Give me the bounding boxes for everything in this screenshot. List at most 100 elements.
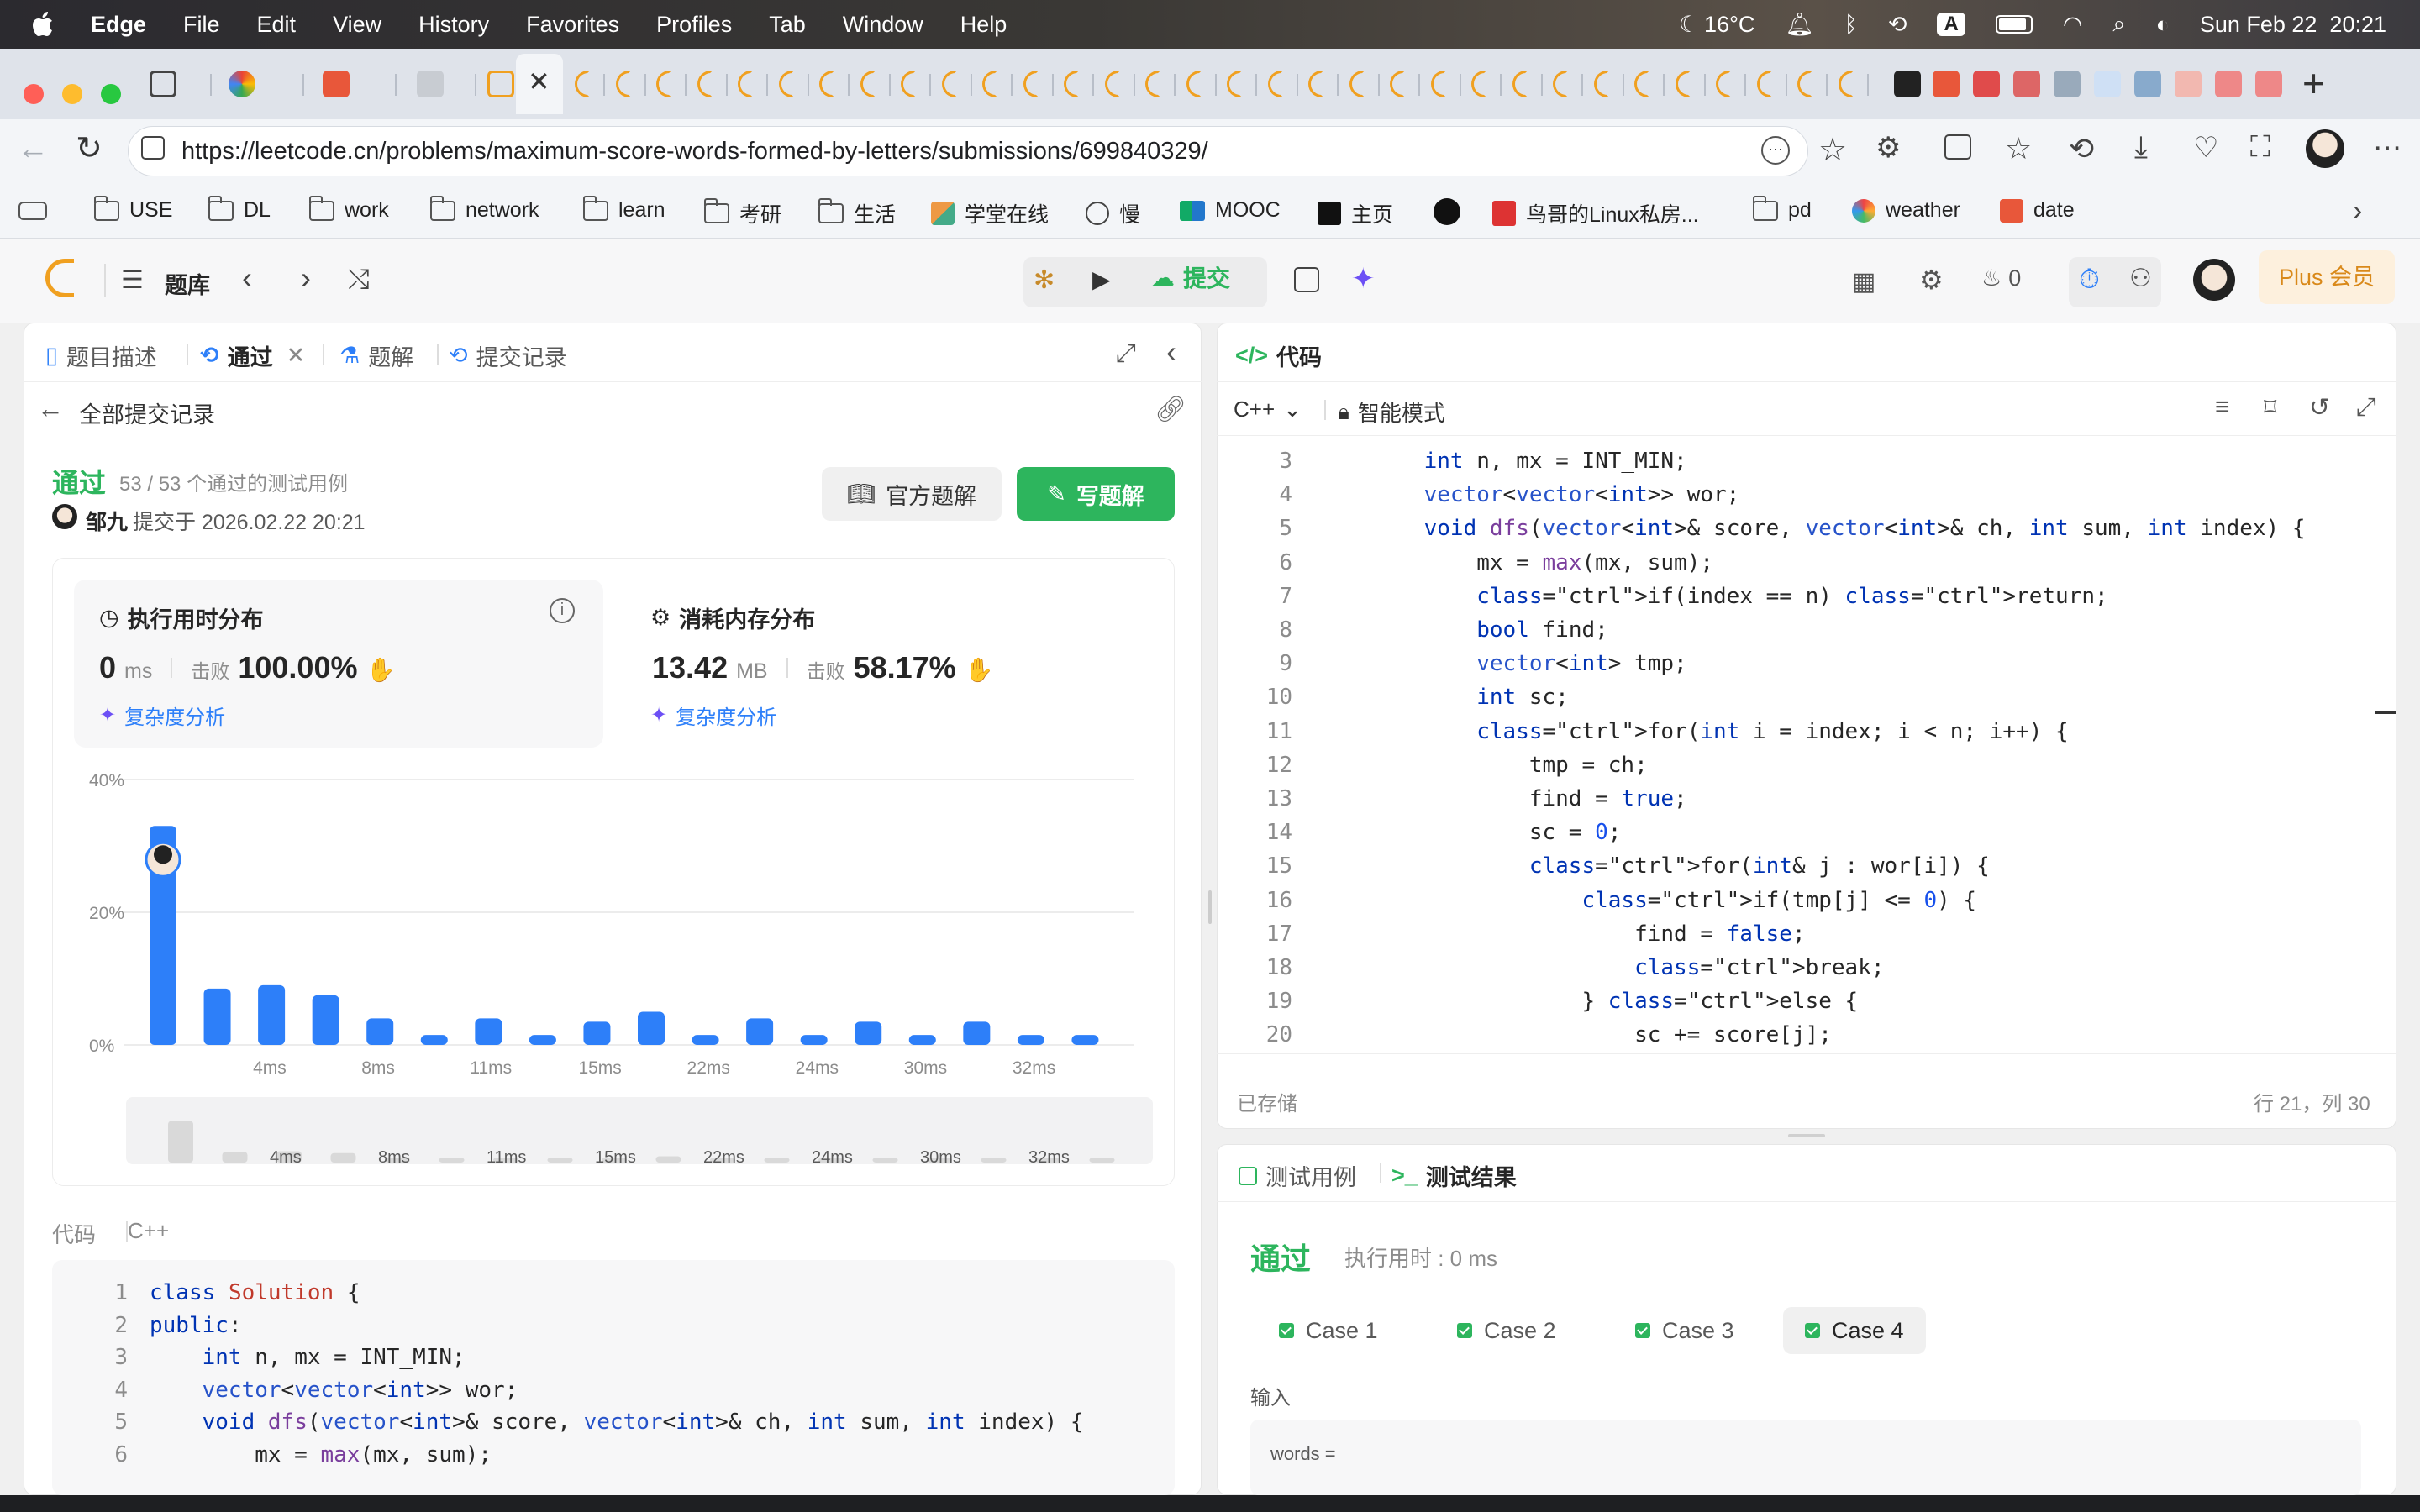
tab-solutions[interactable]: ⚗ 题解 [339, 339, 413, 372]
bookmark-network[interactable]: network [429, 195, 539, 223]
tab-favicon-leetcode[interactable] [1471, 71, 1486, 97]
bookmark-vbird-linux[interactable]: 鸟哥的Linux私房... [1492, 198, 1699, 228]
author-name[interactable]: 邹九 [86, 506, 128, 536]
tab-favicon-c[interactable] [1933, 71, 1960, 97]
editor-code-line[interactable]: class="ctrl">for(int i = index; i < n; i… [1371, 719, 2068, 744]
tab-actions-icon[interactable] [150, 71, 176, 97]
editor-code-line[interactable]: int n, mx = INT_MIN; [1371, 449, 1687, 474]
tab-favicon-google[interactable] [229, 71, 255, 97]
profile-avatar[interactable] [2306, 129, 2344, 168]
tab-favicon-leetcode[interactable] [575, 71, 590, 97]
bookmark-date[interactable]: date [2000, 198, 2075, 223]
editor-code-line[interactable]: tmp = ch; [1371, 753, 1648, 778]
all-submissions-link[interactable]: 全部提交记录 [79, 396, 215, 429]
tab-favicon-leetcode[interactable] [1390, 71, 1405, 97]
bookmark-work[interactable]: work [308, 195, 389, 223]
fullscreen-icon[interactable]: ⤢ [2356, 393, 2376, 422]
chart-bar[interactable] [638, 1011, 665, 1046]
tab-close-icon[interactable]: ✕ [528, 66, 550, 97]
editor-code-line[interactable]: class="ctrl">for(int& j : wor[i]) { [1371, 853, 1990, 879]
bookmark-kaoyan[interactable]: 考研 [703, 198, 781, 228]
performance-icon[interactable]: ♡ [2193, 131, 2218, 165]
input-method-badge[interactable]: A [1937, 13, 1965, 36]
editor-code-line[interactable]: bool find; [1371, 617, 1608, 643]
tab-favicon-page[interactable] [417, 71, 444, 97]
editor-code-line[interactable]: vector<int> tmp; [1371, 651, 1686, 676]
tab-favicon-calendar[interactable] [323, 71, 350, 97]
format-code-icon[interactable]: ≡ [2215, 393, 2230, 422]
settings-gear-icon[interactable]: ⚙ [1919, 264, 1944, 296]
apple-icon[interactable] [32, 12, 54, 37]
bookmark-dl[interactable]: DL [208, 195, 271, 223]
memory-title[interactable]: ⚙ 消耗内存分布 [650, 601, 815, 634]
notes-icon[interactable] [1294, 267, 1319, 292]
settings-more-icon[interactable]: ⋯ [2373, 131, 2402, 165]
bookmark-home[interactable]: 主页 [1318, 198, 1393, 228]
notification-bell-icon[interactable]: 🔔︎ [1785, 11, 1813, 38]
tab-favicon-leetcode[interactable] [1308, 71, 1323, 97]
copy-link-icon[interactable]: 🔗︎ [1155, 395, 1186, 424]
screenshot-icon[interactable]: ⛶ [2250, 131, 2270, 164]
code-editor[interactable]: 3 int n, mx = INT_MIN; 4 vector<vector<in… [1217, 437, 2376, 1053]
chart-bar[interactable] [583, 1021, 611, 1045]
url-text[interactable]: https://leetcode.cn/problems/maximum-sco… [182, 138, 1208, 165]
ai-sparkle-icon[interactable]: ✦ [1351, 262, 1376, 296]
maximize-panel-icon[interactable]: ⤢ [1116, 339, 1136, 368]
tab-favicon-leetcode[interactable] [738, 71, 753, 97]
tab-favicon-leetcode[interactable] [1634, 71, 1649, 97]
tab-favicon-leetcode[interactable] [1675, 71, 1691, 97]
editor-code-line[interactable]: } class="ctrl">else { [1371, 989, 1858, 1014]
memory-value-row[interactable]: 13.42 MB 击败 58.17% ✋ [652, 650, 994, 685]
back-arrow-icon[interactable]: ← [17, 131, 49, 167]
tab-favicon-leetcode[interactable] [1145, 71, 1160, 97]
prev-problem-chevron-icon[interactable]: ‹ [242, 260, 252, 296]
submitted-code-line[interactable]: int n, mx = INT_MIN; [150, 1345, 466, 1370]
next-problem-chevron-icon[interactable]: › [301, 260, 311, 296]
tab-favicon-leetcode[interactable] [615, 71, 631, 97]
tab-favicon-leetcode[interactable] [1593, 71, 1609, 97]
write-solution-button[interactable]: ✎ 写题解 [1017, 467, 1175, 521]
user-avatar[interactable] [2193, 259, 2235, 301]
wifi-icon[interactable]: ◠ [2063, 12, 2083, 38]
window-zoom-button[interactable] [101, 84, 121, 104]
collapse-panel-chevron-icon[interactable]: ‹ [1166, 334, 1176, 370]
window-minimize-button[interactable] [62, 84, 82, 104]
tab-favicon-pdf[interactable] [2255, 71, 2282, 97]
tab-favicon-page[interactable] [2134, 71, 2161, 97]
tab-favicon-pdf[interactable] [2215, 71, 2242, 97]
tab-favicon-leetcode[interactable] [1064, 71, 1079, 97]
tab-description[interactable]: ▯ 题目描述 [45, 339, 157, 372]
tab-favicon-leetcode[interactable] [1430, 71, 1446, 97]
extensions-icon[interactable]: ⚙ [1876, 131, 1901, 165]
menu-favorites[interactable]: Favorites [526, 12, 619, 38]
chart-bar[interactable] [420, 1035, 448, 1045]
tab-accepted[interactable]: ⟲ 通过 ✕ [200, 339, 305, 372]
bookmark-life[interactable]: 生活 [818, 198, 896, 228]
chart-bar[interactable] [475, 1018, 502, 1045]
tab-favicon-leetcode[interactable] [778, 71, 794, 97]
editor-code-line[interactable]: find = false; [1371, 921, 1806, 947]
tab-favicon-leetcode[interactable] [1756, 71, 1772, 97]
memory-complexity-analysis-link[interactable]: ✦ 复杂度分析 [650, 701, 776, 730]
split-screen-icon[interactable] [1944, 134, 1971, 160]
tab-favicon-leetcode[interactable] [941, 71, 957, 97]
control-center-icon[interactable]: ◐ [2156, 12, 2170, 38]
random-problem-shuffle-icon[interactable]: ⤭ [348, 264, 370, 296]
submitted-code-line[interactable]: class Solution { [150, 1280, 360, 1305]
tab-favicon-search[interactable] [2094, 71, 2121, 97]
chart-bar[interactable] [855, 1021, 882, 1045]
tab-favicon-leetcode[interactable] [1349, 71, 1365, 97]
tab-favicon-leetcode[interactable] [1512, 71, 1528, 97]
tab-favicon-leetcode[interactable] [1227, 71, 1242, 97]
chart-bar[interactable] [366, 1018, 394, 1045]
battery-icon[interactable] [1995, 15, 2033, 34]
tab-submissions[interactable]: ⟲ 提交记录 [449, 339, 567, 372]
vertical-resize-handle[interactable] [1208, 890, 1212, 924]
time-machine-icon[interactable]: ⟲ [1888, 12, 1907, 38]
streak-counter[interactable]: ♨ 0 [1981, 265, 2021, 291]
favorites-icon[interactable]: ☆ [2005, 131, 2032, 166]
tab-favicon-leetcode[interactable] [1838, 71, 1854, 97]
reset-code-icon[interactable]: ↺ [2309, 393, 2330, 423]
submitted-code-line[interactable]: mx = max(mx, sum); [150, 1442, 492, 1467]
window-close-button[interactable] [24, 84, 44, 104]
